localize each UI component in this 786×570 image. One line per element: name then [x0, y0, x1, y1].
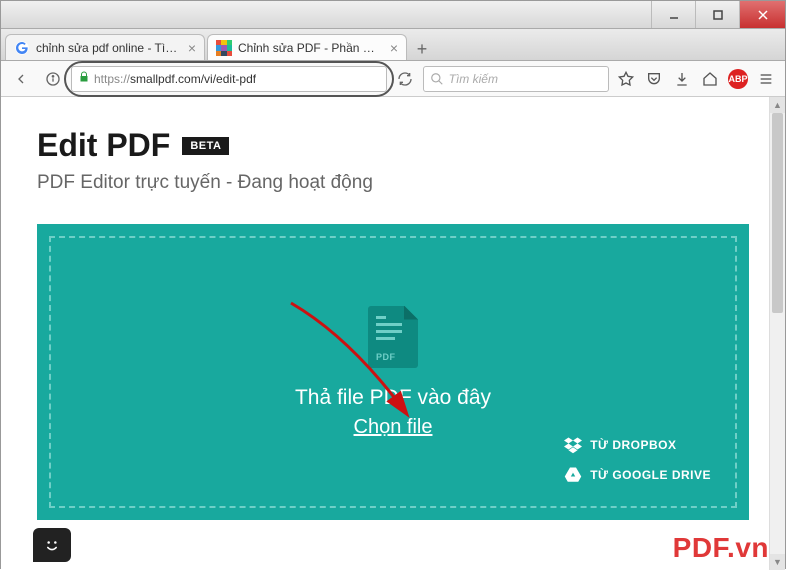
chat-widget-button[interactable]: [33, 528, 71, 562]
url-text: https://smallpdf.com/vi/edit-pdf: [94, 72, 256, 86]
back-button[interactable]: [7, 65, 35, 93]
beta-badge: BETA: [182, 137, 229, 155]
page-subtitle: PDF Editor trực tuyến - Đang hoạt động: [37, 172, 749, 194]
info-button[interactable]: [39, 65, 67, 93]
menu-icon[interactable]: [753, 66, 779, 92]
search-icon: [430, 72, 444, 86]
minimize-button[interactable]: [651, 1, 695, 28]
dropbox-icon: [564, 436, 582, 454]
pocket-icon[interactable]: [641, 66, 667, 92]
home-icon[interactable]: [697, 66, 723, 92]
from-gdrive-button[interactable]: TỪ GOOGLE DRIVE: [564, 466, 711, 484]
from-dropbox-button[interactable]: TỪ DROPBOX: [564, 436, 711, 454]
window-titlebar: [1, 1, 785, 29]
page-title: Edit PDF BETA: [37, 127, 749, 164]
reload-button[interactable]: [391, 65, 419, 93]
search-placeholder: Tìm kiếm: [449, 72, 498, 86]
tab-label: chỉnh sửa pdf online - Tìm vớ: [36, 41, 182, 55]
watermark: PDF.vn: [673, 532, 769, 564]
new-tab-button[interactable]: +: [409, 38, 435, 60]
smallpdf-favicon-icon: [216, 40, 232, 56]
pdf-file-icon: PDF: [368, 306, 418, 368]
tab-strip: chỉnh sửa pdf online - Tìm vớ × Chỉnh sử…: [1, 29, 785, 61]
close-tab-icon[interactable]: ×: [188, 40, 196, 56]
navbar: https://smallpdf.com/vi/edit-pdf Tìm kiế…: [1, 61, 785, 97]
search-input[interactable]: Tìm kiếm: [423, 66, 609, 92]
close-button[interactable]: [739, 1, 785, 28]
close-tab-icon[interactable]: ×: [390, 40, 398, 56]
scroll-thumb[interactable]: [772, 113, 783, 313]
tab-google-search[interactable]: chỉnh sửa pdf online - Tìm vớ ×: [5, 34, 205, 60]
address-bar[interactable]: https://smallpdf.com/vi/edit-pdf: [71, 66, 387, 92]
gdrive-icon: [564, 466, 582, 484]
maximize-button[interactable]: [695, 1, 739, 28]
scroll-up-icon[interactable]: ▲: [770, 97, 785, 113]
choose-file-link[interactable]: Chọn file: [354, 416, 433, 439]
bookmark-star-icon[interactable]: [613, 66, 639, 92]
scroll-down-icon[interactable]: ▼: [770, 554, 785, 570]
page-content: ▲ ▼ Edit PDF BETA PDF Editor trực tuyến …: [1, 97, 785, 570]
smiley-icon: [42, 535, 62, 555]
drop-text: Thả file PDF vào đây: [295, 386, 491, 410]
google-favicon-icon: [14, 40, 30, 56]
tab-label: Chỉnh sửa PDF - Phần mềm c: [238, 41, 384, 55]
lock-icon: [78, 70, 90, 88]
scrollbar[interactable]: ▲ ▼: [769, 97, 785, 570]
downloads-icon[interactable]: [669, 66, 695, 92]
abp-icon[interactable]: ABP: [725, 66, 751, 92]
tab-smallpdf[interactable]: Chỉnh sửa PDF - Phần mềm c ×: [207, 34, 407, 60]
drop-zone[interactable]: PDF Thả file PDF vào đây Chọn file TỪ DR…: [37, 224, 749, 520]
